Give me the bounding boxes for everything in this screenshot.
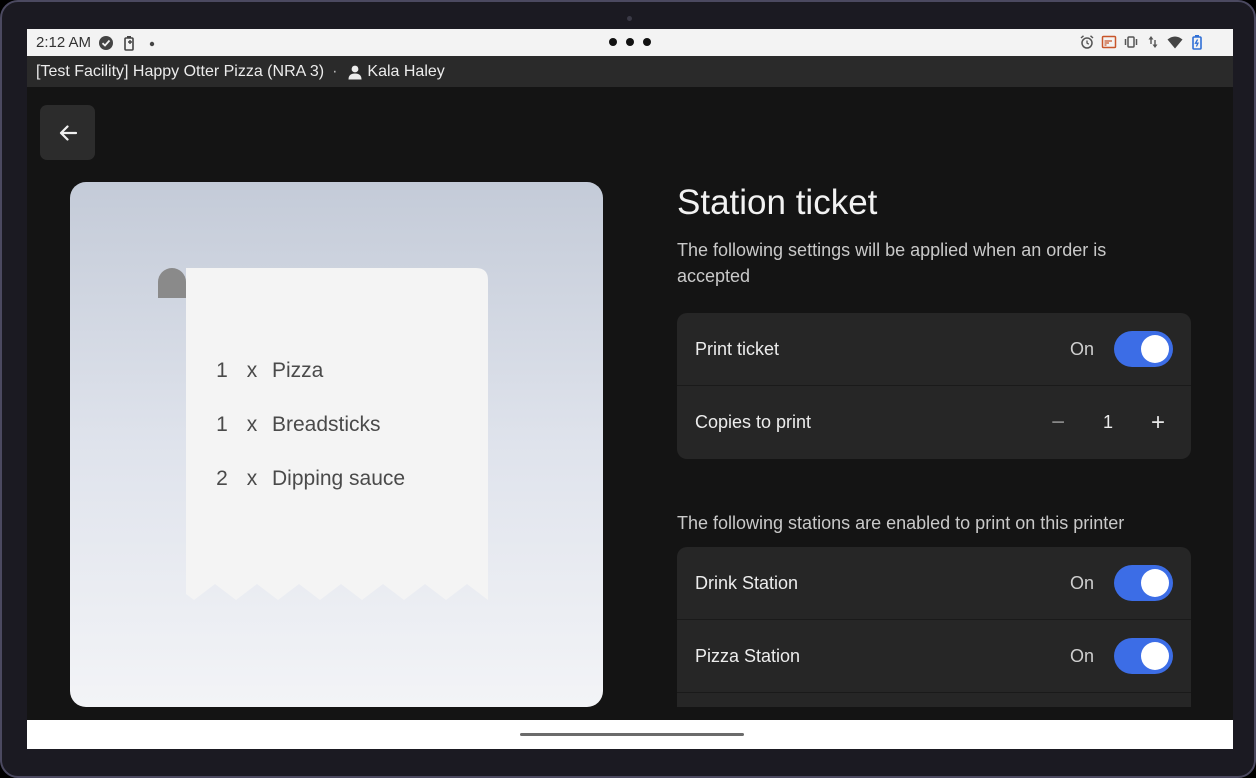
toggle-knob [1141, 642, 1169, 670]
header-separator: · [332, 62, 338, 80]
decrement-button[interactable]: − [1043, 409, 1073, 437]
ticket-qty: 1 [216, 359, 228, 382]
device-bezel: 2:12 AM [Test Facility] Happy Otter Pizz… [0, 0, 1256, 778]
toggle-knob [1141, 335, 1169, 363]
home-handle[interactable] [520, 733, 744, 736]
print-ticket-state: On [1069, 338, 1094, 359]
station-label: Drink Station [695, 572, 799, 593]
toggle-knob [1141, 569, 1169, 597]
station-row-drink[interactable]: Drink Station On [677, 547, 1191, 620]
paper-roll [158, 268, 186, 298]
status-right [1079, 34, 1205, 50]
page-title: Station ticket [677, 183, 878, 222]
print-ticket-row[interactable]: Print ticket On [677, 313, 1191, 386]
pizza-station-toggle[interactable] [1114, 638, 1173, 674]
print-ticket-toggle[interactable] [1114, 331, 1173, 367]
page-subtitle: The following settings will be applied w… [677, 240, 1107, 286]
battery-saver-icon [124, 35, 134, 51]
ticket-item: Dipping sauce [272, 467, 406, 490]
station-state: On [1069, 572, 1094, 593]
person-icon [348, 65, 362, 79]
user-name: Kala Haley [367, 62, 445, 80]
ticket-times: x [246, 467, 258, 490]
print-ticket-label: Print ticket [695, 338, 780, 359]
copies-stepper: − 1 + [1043, 409, 1173, 437]
dot [643, 38, 651, 46]
alarm-icon [1080, 35, 1094, 49]
dot [626, 38, 634, 46]
ticket-line: 2 x Dipping sauce [212, 467, 405, 491]
wifi-icon [1167, 36, 1183, 49]
copies-label: Copies to print [695, 412, 812, 432]
dot-icon [149, 41, 155, 46]
battery-icon [1192, 35, 1202, 50]
station-label: Pizza Station [695, 645, 801, 666]
drink-station-toggle[interactable] [1114, 565, 1173, 601]
arrow-left-icon [59, 124, 77, 141]
app-header: [Test Facility] Happy Otter Pizza (NRA 3… [27, 56, 1233, 87]
back-button[interactable] [40, 105, 95, 160]
vibrate-icon [1124, 36, 1138, 48]
camera-dot [627, 16, 632, 21]
station-state: On [1069, 645, 1094, 666]
ticket-line: 1 x Pizza [212, 359, 323, 383]
ticket-qty: 2 [216, 467, 228, 490]
status-bar: 2:12 AM [27, 29, 1233, 56]
stations-group: Drink Station On Pizza Station On [677, 547, 1191, 707]
status-time: 2:12 AM [36, 34, 92, 51]
ticket-settings-group: Print ticket On Copies to print − 1 + [677, 313, 1191, 459]
ticket-qty: 1 [216, 413, 228, 436]
navigation-bar [27, 720, 1233, 749]
screen: 2:12 AM [Test Facility] Happy Otter Pizz… [27, 29, 1233, 749]
status-left: 2:12 AM [36, 34, 160, 51]
facility-name: [Test Facility] Happy Otter Pizza (NRA 3… [36, 62, 325, 80]
stations-label: The following stations are enabled to pr… [677, 513, 1125, 533]
ticket-illustration: 1 x Pizza 1 x Breadsticks 2 x Dipping sa… [70, 182, 603, 707]
multitask-dots[interactable] [609, 38, 651, 46]
check-circle-icon [99, 35, 114, 50]
station-row-partial[interactable] [677, 693, 1191, 707]
increment-button[interactable]: + [1143, 409, 1173, 437]
ticket-line: 1 x Breadsticks [212, 413, 381, 437]
copies-value: 1 [1102, 412, 1113, 432]
ticket-item: Breadsticks [272, 413, 381, 436]
ticket-times: x [246, 413, 258, 436]
dot [609, 38, 617, 46]
copies-row: Copies to print − 1 + [677, 386, 1191, 459]
ticket-times: x [246, 359, 258, 382]
ticket-item: Pizza [272, 359, 324, 382]
data-arrows-icon [1148, 36, 1158, 48]
cast-icon [1101, 35, 1117, 49]
current-user: Kala Haley [347, 62, 445, 81]
station-row-pizza[interactable]: Pizza Station On [677, 620, 1191, 693]
